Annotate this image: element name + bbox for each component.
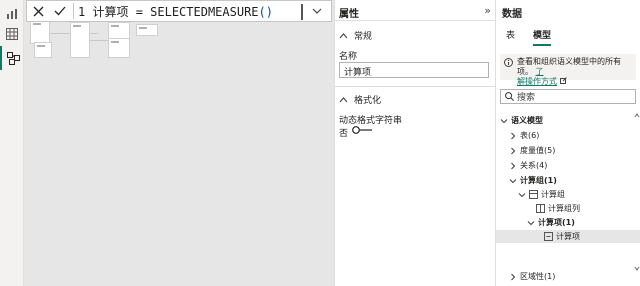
table-card[interactable] bbox=[70, 22, 90, 58]
chevron-down-icon bbox=[518, 192, 526, 197]
search-icon bbox=[505, 92, 514, 101]
table-card[interactable] bbox=[108, 38, 130, 58]
tree-node-label: 表 bbox=[520, 131, 528, 140]
info-message: 查看和组织语义模型中的所有项。 bbox=[517, 57, 621, 76]
learn-link[interactable]: 了 bbox=[536, 67, 544, 76]
relationship-line bbox=[90, 40, 110, 41]
calculation-item-icon bbox=[544, 232, 553, 241]
tab-tables[interactable]: 表 bbox=[506, 28, 515, 46]
general-section-header[interactable]: 常规 bbox=[339, 29, 372, 42]
tree-node-count: (4) bbox=[536, 161, 548, 170]
chevron-down-icon bbox=[500, 118, 508, 123]
formula-bar: 1 计算项 = SELECTEDMEASURE() bbox=[26, 0, 332, 22]
expression-parens: () bbox=[258, 4, 273, 19]
toggle-state-label: 否 bbox=[339, 129, 349, 139]
double-chevron-right-icon: » bbox=[484, 4, 491, 17]
tree-node-count: (1) bbox=[544, 272, 556, 281]
tree-node-label: 计算组 bbox=[520, 176, 544, 185]
tree-node-calculation-group-column[interactable]: 计算组列 bbox=[496, 202, 640, 215]
report-view-icon bbox=[7, 9, 17, 19]
data-title: 数据 bbox=[502, 9, 522, 20]
column-icon bbox=[536, 204, 545, 213]
tree-node-calculation-item[interactable]: 计算项 bbox=[496, 230, 640, 243]
chevron-right-icon bbox=[511, 273, 516, 280]
tree-node-calculation-groups[interactable]: 计算组 (1) bbox=[496, 174, 640, 187]
info-text: 查看和组织语义模型中的所有项。 了解操作方式 bbox=[517, 57, 632, 86]
tree-node-calculation-group[interactable]: 计算组 bbox=[496, 188, 640, 201]
tree-node-label: 计算组 bbox=[541, 190, 565, 199]
divider bbox=[335, 20, 495, 21]
expression-text: 计算项 = SELECTEDMEASURE bbox=[92, 4, 259, 19]
divider bbox=[335, 86, 495, 87]
tree-node-count: (5) bbox=[544, 146, 556, 155]
tree-node-count: (6) bbox=[528, 131, 540, 140]
learn-link-cont[interactable]: 解操作方式 bbox=[517, 77, 557, 86]
properties-title: 属性 bbox=[339, 9, 359, 20]
properties-pane: 属性 » 常规 名称 计算项 格式化 动态格式字符串 否 bbox=[334, 0, 496, 286]
general-section-label: 常规 bbox=[354, 32, 373, 42]
chevron-down-icon bbox=[312, 8, 322, 14]
dax-expression-editor[interactable]: 1 计算项 = SELECTEDMEASURE() bbox=[76, 3, 273, 20]
tree-node-label: 区域性 bbox=[520, 272, 544, 281]
cancel-formula-button[interactable] bbox=[27, 1, 49, 21]
tree-node-label: 计算项 bbox=[538, 218, 562, 227]
tree-node-tables[interactable]: 表 (6) bbox=[496, 129, 640, 142]
data-tabs: 表 模型 bbox=[506, 28, 552, 46]
tree-node-calculation-items[interactable]: 计算项 (1) bbox=[496, 216, 640, 229]
tree-node-label: 关系 bbox=[520, 161, 536, 170]
tree-node-label: 语义模型 bbox=[511, 116, 543, 125]
search-input[interactable]: 搜索 bbox=[500, 89, 636, 104]
formula-separator bbox=[73, 3, 74, 19]
tab-model[interactable]: 模型 bbox=[533, 28, 552, 46]
expand-formula-button[interactable] bbox=[307, 2, 327, 20]
check-icon bbox=[54, 6, 66, 16]
table-card[interactable] bbox=[34, 42, 52, 58]
model-canvas[interactable] bbox=[24, 0, 334, 286]
table-card[interactable] bbox=[136, 24, 158, 36]
model-view-icon bbox=[6, 51, 20, 65]
dynamic-format-toggle[interactable] bbox=[351, 126, 373, 134]
line-number: 1 bbox=[78, 4, 86, 19]
formatting-section-label: 格式化 bbox=[354, 96, 382, 106]
tree-node-relationships[interactable]: 关系 (4) bbox=[496, 159, 640, 172]
tree-node-semantic-model[interactable]: 语义模型 bbox=[496, 114, 640, 127]
chevron-down-icon bbox=[527, 220, 535, 225]
app-window: 1 计算项 = SELECTEDMEASURE() 属性 » 常规 名称 计算项… bbox=[0, 0, 640, 286]
tree-node-cultures[interactable]: 区域性 (1) bbox=[496, 270, 640, 283]
calculation-group-icon bbox=[529, 190, 538, 199]
model-view-button[interactable] bbox=[0, 46, 24, 70]
chevron-up-icon bbox=[339, 32, 348, 38]
chevron-right-icon bbox=[511, 162, 516, 169]
tree-node-label: 度量值 bbox=[520, 146, 544, 155]
commit-formula-button[interactable] bbox=[49, 1, 71, 21]
table-view-icon bbox=[6, 28, 18, 40]
collapse-pane-button[interactable]: » bbox=[484, 4, 491, 17]
external-link-icon bbox=[559, 77, 567, 84]
close-icon bbox=[33, 6, 43, 16]
chevron-right-icon bbox=[511, 132, 516, 139]
chevron-up-icon bbox=[339, 96, 348, 102]
tree-scrollbar[interactable] bbox=[634, 112, 640, 272]
name-label: 名称 bbox=[339, 52, 358, 62]
chevron-right-icon bbox=[511, 147, 516, 154]
data-pane: 数据 表 模型 查看和组织语义模型中的所有项。 了解操作方式 搜索 语义模型 表… bbox=[496, 0, 640, 286]
tree-node-count: (1) bbox=[544, 176, 557, 185]
search-placeholder: 搜索 bbox=[517, 93, 536, 103]
table-card[interactable] bbox=[30, 20, 50, 44]
view-rail bbox=[0, 0, 24, 286]
tree-node-count: (1) bbox=[562, 218, 575, 227]
info-icon bbox=[504, 58, 513, 67]
tree-node-label: 计算项 bbox=[556, 232, 580, 241]
chevron-down-icon bbox=[509, 178, 517, 183]
dynamic-format-label: 动态格式字符串 bbox=[339, 116, 403, 126]
formatting-section-header[interactable]: 格式化 bbox=[339, 93, 381, 106]
name-field[interactable]: 计算项 bbox=[339, 62, 489, 78]
info-banner: 查看和组织语义模型中的所有项。 了解操作方式 bbox=[500, 54, 636, 86]
tree-node-label: 计算组列 bbox=[548, 204, 580, 213]
editor-cursor bbox=[301, 4, 305, 20]
tree-node-measures[interactable]: 度量值 (5) bbox=[496, 144, 640, 157]
table-view-button[interactable] bbox=[0, 22, 24, 46]
